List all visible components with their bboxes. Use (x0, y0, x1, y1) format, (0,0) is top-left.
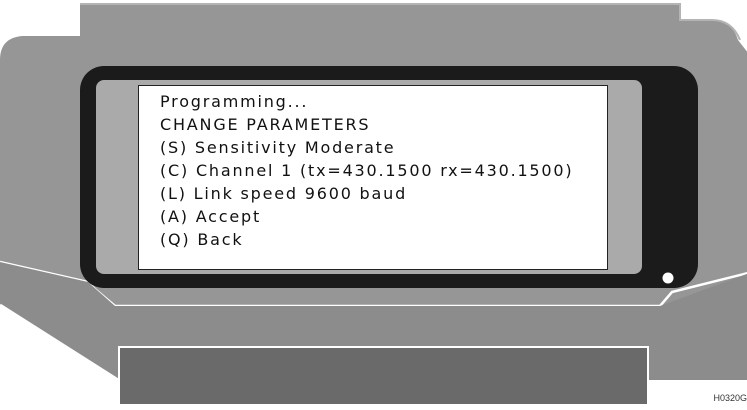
menu-option-channel[interactable]: (C) Channel 1 (tx=430.1500 rx=430.1500) (160, 159, 607, 182)
menu-option-back[interactable]: (Q) Back (160, 228, 607, 251)
screen-line-status: Programming... (160, 92, 309, 111)
figure-reference-code: H0320G (713, 393, 747, 403)
lcd-screen: Programming... CHANGE PARAMETERS (S) Sen… (138, 85, 608, 270)
menu-option-link-speed[interactable]: (L) Link speed 9600 baud (160, 182, 607, 205)
menu-option-sensitivity[interactable]: (S) Sensitivity Moderate (160, 136, 607, 159)
screen-line-menu-title: CHANGE PARAMETERS (160, 115, 371, 134)
status-led-icon (662, 272, 674, 284)
bottom-slot (118, 346, 649, 406)
menu-option-accept[interactable]: (A) Accept (160, 205, 607, 228)
